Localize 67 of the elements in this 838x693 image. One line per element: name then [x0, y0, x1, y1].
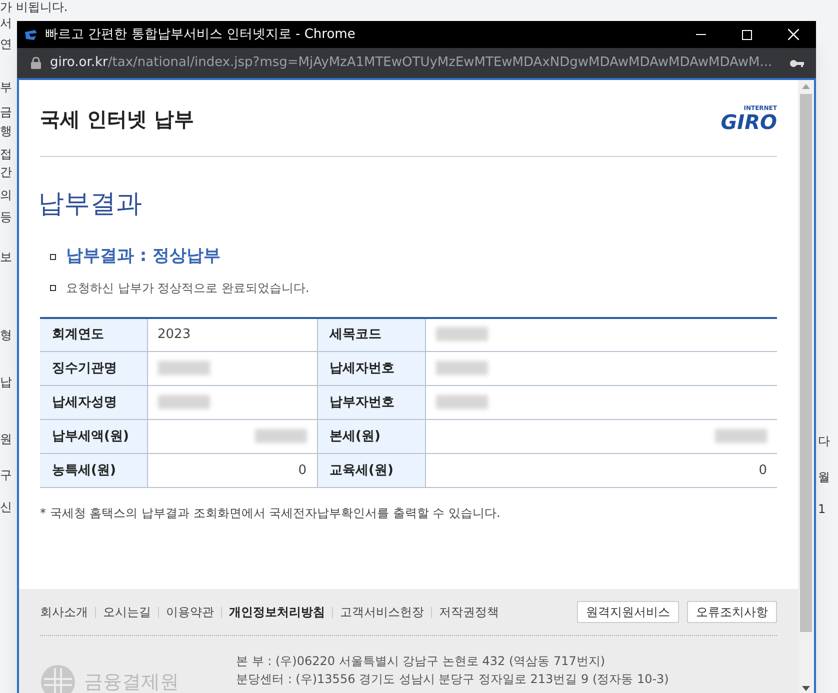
address-line: 분당센터 : (우)13556 경기도 성남시 분당구 정자일로 213번길 9 (정자동 10-3) — [236, 671, 669, 688]
redacted-blur — [715, 429, 767, 444]
footer-button[interactable]: 원격지원서비스 — [577, 601, 679, 623]
address-bar[interactable]: giro.or.kr/tax/national/index.jsp?msg=MjAyMzA1MTEwOTUyMzEwMTEwMDAxNDgwMDAwMDAwMDAwMDAwM... — [17, 48, 816, 78]
minimize-icon — [696, 34, 706, 35]
background-text: 가 비됩니다. — [0, 0, 68, 14]
url-text: giro.or.kr/tax/national/index.jsp?msg=MjAyMzA1MTEwOTUyMzEwMTEwMDAxNDgwMDAwMDAwMDAwMDAwM... — [50, 54, 772, 72]
footer-link[interactable]: 개인정보처리방침 — [229, 603, 325, 621]
background-text: 1 — [818, 501, 826, 518]
field-label: 세목코드 — [317, 318, 425, 352]
background-text: 신 — [0, 500, 12, 514]
bullet-icon — [50, 254, 56, 260]
background-text: 접 — [0, 147, 12, 161]
background-text: 형 — [0, 328, 12, 342]
result-message: 요청하신 납부가 정상적으로 완료되었습니다. — [66, 280, 310, 296]
footer-link[interactable]: 저작권정책 — [439, 603, 499, 621]
key-icon[interactable] — [790, 58, 804, 68]
field-label: 납부자번호 — [317, 386, 425, 420]
field-value: 0 — [147, 454, 317, 488]
field-label: 회계연도 — [40, 318, 147, 352]
background-text: 구 — [0, 468, 12, 482]
background-text: 금 — [0, 105, 12, 119]
footer-button[interactable]: 오류조치사항 — [687, 601, 777, 623]
redacted-blur — [158, 395, 210, 410]
background-text: 원 — [0, 432, 12, 446]
background-text: 부 — [0, 80, 12, 94]
redacted-blur — [436, 327, 488, 342]
background-text: 의 — [0, 188, 12, 202]
footer-link[interactable]: 이용약관 — [166, 603, 214, 621]
lock-icon — [31, 57, 41, 69]
address-line: 본 부 : (우)06220 서울특별시 강남구 논현로 432 (역삼동 717번지) — [236, 653, 606, 670]
background-text: 보 — [0, 250, 12, 264]
field-label: 납세자성명 — [40, 386, 147, 420]
background-text: 연 — [0, 37, 12, 51]
field-label: 징수기관명 — [40, 352, 147, 386]
note-text: * 국세청 홈택스의 납부결과 조회화면에서 국세전자납부확인서를 출력할 수 있습니다. — [40, 505, 502, 522]
background-text: 등 — [0, 210, 12, 224]
bullet-icon — [50, 284, 56, 290]
result-heading: 납부결과 : 정상납부 — [66, 245, 221, 268]
close-icon — [788, 29, 798, 40]
background-text: 다 — [818, 433, 830, 450]
scrollbar[interactable] — [798, 80, 814, 693]
window-title: 빠르고 간편한 통합납부서비스 인터넷지로 - Chrome — [45, 26, 356, 44]
footer-link[interactable]: 회사소개 — [40, 603, 88, 621]
field-label: 본세(원) — [317, 420, 425, 454]
maximize-icon — [742, 30, 752, 40]
field-value: 2023 — [147, 318, 317, 352]
field-label: 교육세(원) — [317, 454, 425, 488]
redacted-blur — [254, 429, 306, 444]
field-label: 납부세액(원) — [40, 420, 147, 454]
background-text: 월 — [818, 469, 830, 486]
page-title: 납부결과 — [38, 188, 143, 221]
background-text: 행 — [0, 124, 12, 138]
redacted-blur — [158, 361, 210, 376]
background-text: 납 — [0, 375, 12, 389]
service-title: 국세 인터넷 납부 — [40, 106, 194, 133]
background-text: 서 — [0, 16, 12, 30]
footer-link[interactable]: 오시는길 — [103, 603, 151, 621]
redacted-blur — [436, 361, 488, 376]
field-label: 납세자번호 — [317, 352, 425, 386]
background-text: 간 — [0, 165, 12, 179]
redacted-blur — [436, 395, 488, 410]
scroll-thumb[interactable] — [800, 94, 812, 632]
app-icon — [23, 28, 39, 42]
scroll-down-icon[interactable] — [802, 686, 810, 691]
field-label: 농특세(원) — [40, 454, 147, 488]
footer-link[interactable]: 고객서비스헌장 — [340, 603, 424, 621]
